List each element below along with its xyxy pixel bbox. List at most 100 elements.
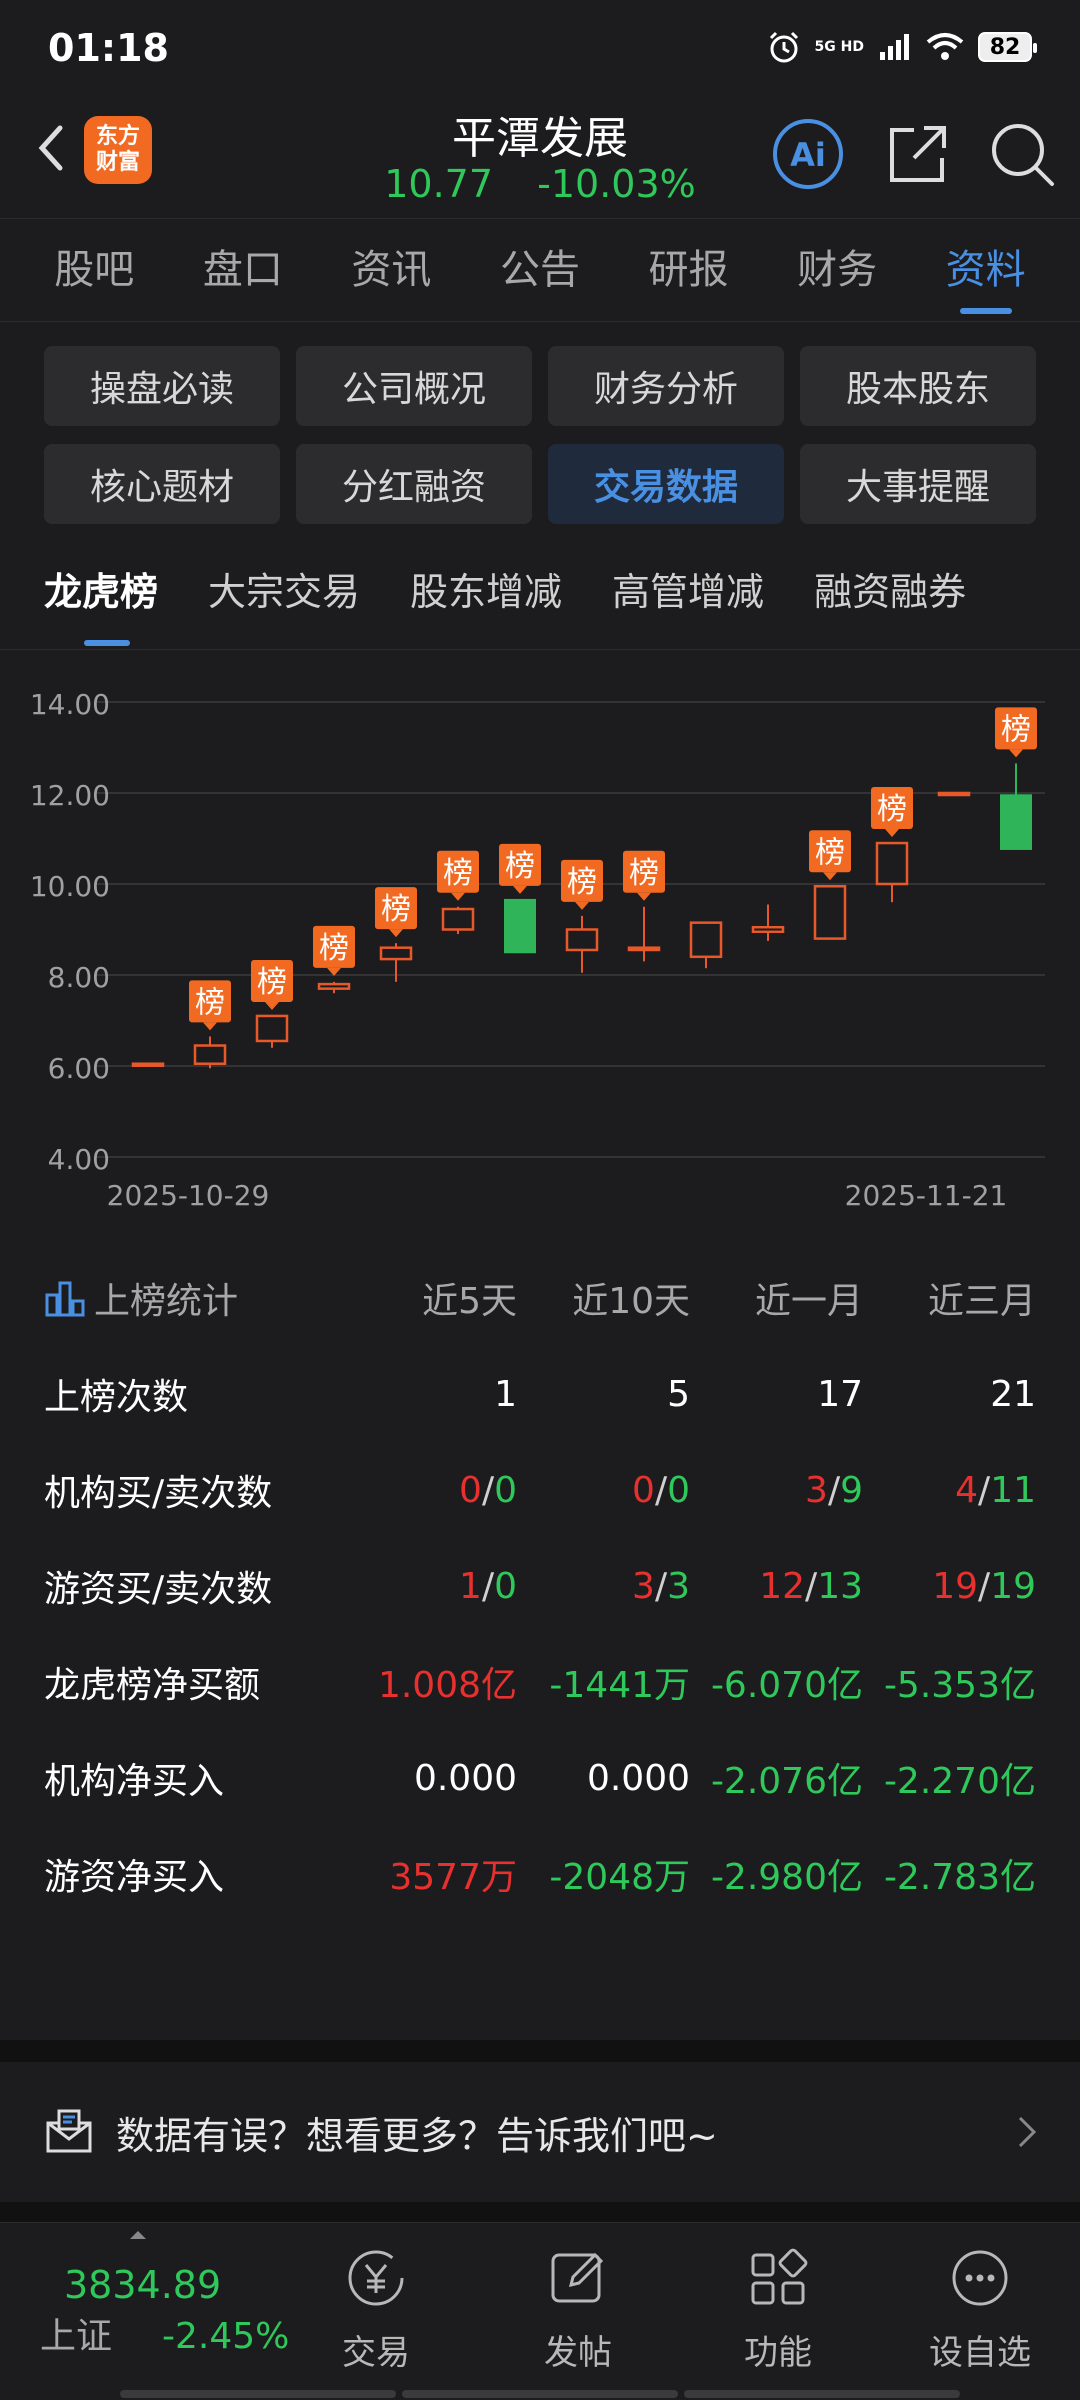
stats-cell: 21: [990, 1373, 1036, 1415]
dragon-tiger-marker[interactable]: 榜: [313, 925, 355, 976]
tab-announcements[interactable]: 公告: [500, 218, 580, 322]
buy-count: 4: [955, 1469, 979, 1511]
stats-cell: 0/0: [632, 1469, 690, 1511]
stats-row: 机构买/卖次数 0/0 0/0 3/9 4/11: [44, 1442, 1036, 1538]
x-tick-label: 2025-11-21: [845, 1179, 1008, 1212]
sell-count: 3: [667, 1565, 690, 1607]
y-tick-label: 8.00: [48, 961, 110, 994]
period-3m[interactable]: 近三月: [863, 1272, 1036, 1324]
ai-icon[interactable]: Ai: [770, 116, 846, 192]
tab-margin-trading[interactable]: 融资融券: [814, 550, 966, 650]
dragon-tiger-marker[interactable]: 榜: [499, 843, 541, 894]
sell-count: 0: [667, 1469, 690, 1511]
nav-trade[interactable]: 交易: [306, 2243, 446, 2374]
stats-cell: -1441万: [549, 1665, 690, 1706]
dragon-tiger-marker[interactable]: 榜: [375, 887, 417, 938]
period-10d[interactable]: 近10天: [517, 1272, 690, 1324]
section-core-themes[interactable]: 核心题材: [44, 444, 280, 524]
gesture-bar: [120, 2390, 960, 2398]
section-company-overview[interactable]: 公司概况: [296, 346, 532, 426]
svg-text:榜: 榜: [567, 865, 597, 900]
candle-body: [131, 1062, 165, 1067]
section-financial-analysis[interactable]: 财务分析: [548, 346, 784, 426]
stats-cell: 4/11: [955, 1469, 1036, 1511]
dragon-tiger-marker[interactable]: 榜: [871, 787, 913, 838]
search-icon[interactable]: [984, 116, 1060, 192]
yuan-circle-icon: [348, 2250, 404, 2306]
buy-count: 12: [759, 1565, 806, 1607]
sell-count: 11: [990, 1469, 1036, 1511]
status-bar: 01:18 5G HD 82: [0, 0, 1080, 96]
nav-post[interactable]: 发帖: [508, 2243, 648, 2374]
dragon-tiger-marker[interactable]: 榜: [251, 959, 293, 1010]
period-5d[interactable]: 近5天: [344, 1272, 517, 1324]
section-dividends[interactable]: 分红融资: [296, 444, 532, 524]
stats-cell: 12/13: [759, 1565, 863, 1607]
candle-body: [1000, 794, 1032, 850]
tab-executive-change[interactable]: 高管增减: [612, 550, 764, 650]
candle-body: [379, 946, 413, 961]
profile-sections: 操盘必读 公司概况 财务分析 股本股东 核心题材 分红融资 交易数据 大事提醒: [44, 346, 1036, 524]
dragon-tiger-marker[interactable]: 榜: [995, 707, 1037, 758]
tab-block-trade[interactable]: 大宗交易: [208, 550, 360, 650]
edit-icon: [551, 2252, 604, 2303]
candle-body: [689, 921, 723, 959]
index-ticker[interactable]: 3834.89 上证 -2.45%: [40, 2263, 289, 2359]
status-icons: 5G HD 82: [767, 30, 1037, 64]
svg-text:榜: 榜: [505, 849, 535, 884]
sell-count: 13: [817, 1565, 863, 1607]
dragon-tiger-marker[interactable]: 榜: [437, 850, 479, 901]
stats-row-label: 机构净买入: [44, 1761, 225, 1802]
chevron-up-icon[interactable]: [128, 2229, 148, 2241]
stats-cell: 0.000: [413, 1757, 517, 1799]
stock-change: -10.03%: [537, 162, 696, 206]
tab-shareholder-change[interactable]: 股东增减: [410, 550, 562, 650]
stats-cell: 0.000: [586, 1757, 690, 1799]
stats-row-label: 游资净买入: [44, 1857, 225, 1898]
stats-cell: -2.980亿: [710, 1857, 863, 1898]
svg-text:榜: 榜: [629, 856, 659, 891]
tab-pankou[interactable]: 盘口: [203, 218, 283, 322]
stats-table: 上榜统计 近5天 近10天 近一月 近三月 上榜次数 1 5 17 21 机构买/卖次数 0…: [44, 1250, 1036, 1922]
tab-guba[interactable]: 股吧: [54, 218, 134, 322]
stats-row: 龙虎榜净买额 1.008亿 -1441万 -6.070亿 -5.353亿: [44, 1634, 1036, 1730]
tab-dragon-tiger[interactable]: 龙虎榜: [44, 550, 158, 650]
stock-header: 东方 财富 平潭发展 10.77 -10.03% Ai: [0, 96, 1080, 218]
dragon-tiger-marker[interactable]: 榜: [809, 830, 851, 881]
stats-row-label: 游资买/卖次数: [44, 1569, 273, 1610]
nav-add-watchlist[interactable]: 设自选: [910, 2243, 1050, 2374]
section-shareholders[interactable]: 股本股东: [800, 346, 1036, 426]
main-tabs: 股吧 盘口 资讯 公告 研报 财务 资料: [0, 218, 1080, 322]
wifi-icon: [926, 33, 964, 60]
share-icon[interactable]: [880, 116, 956, 192]
battery-icon: 82: [978, 32, 1037, 62]
tab-research[interactable]: 研报: [649, 218, 729, 322]
section-events[interactable]: 大事提醒: [800, 444, 1036, 524]
dragon-tiger-chart[interactable]: 14.00 12.00 10.00 8.00 6.00 4.002025-10-29 202…: [0, 660, 1080, 1230]
tab-finance[interactable]: 财务: [797, 218, 877, 322]
svg-text:Ai: Ai: [790, 136, 826, 174]
period-1m[interactable]: 近一月: [690, 1272, 863, 1324]
section-divider-2: [0, 2202, 1080, 2222]
stats-row: 游资买/卖次数 1/0 3/3 12/13 19/19: [44, 1538, 1036, 1634]
svg-text:榜: 榜: [443, 856, 473, 891]
alarm-icon: [769, 31, 798, 63]
dragon-tiger-marker[interactable]: 榜: [561, 859, 603, 910]
trading-data-tabs: 龙虎榜 大宗交易 股东增减 高管增减 融资融券: [0, 550, 1080, 650]
section-must-read[interactable]: 操盘必读: [44, 346, 280, 426]
dragon-tiger-marker[interactable]: 榜: [189, 980, 231, 1031]
dragon-tiger-marker[interactable]: 榜: [623, 850, 665, 901]
stats-header-row: 上榜统计 近5天 近10天 近一月 近三月: [44, 1250, 1036, 1346]
feedback-banner[interactable]: 数据有误？想看更多？告诉我们吧~: [0, 2062, 1080, 2202]
stats-title: 上榜统计: [94, 1281, 239, 1322]
y-tick-label: 12.00: [30, 779, 110, 812]
tab-profile[interactable]: 资料: [946, 218, 1026, 322]
section-trading-data[interactable]: 交易数据: [548, 444, 784, 524]
y-tick-label: 10.00: [30, 870, 110, 903]
stats-cell: 5: [667, 1373, 690, 1415]
stats-row-label: 龙虎榜净买额: [44, 1665, 261, 1706]
svg-text:榜: 榜: [257, 965, 287, 1000]
nav-functions[interactable]: 功能: [708, 2243, 848, 2374]
tab-news[interactable]: 资讯: [351, 218, 431, 322]
stats-row: 游资净买入 3577万 -2048万 -2.980亿 -2.783亿: [44, 1826, 1036, 1922]
